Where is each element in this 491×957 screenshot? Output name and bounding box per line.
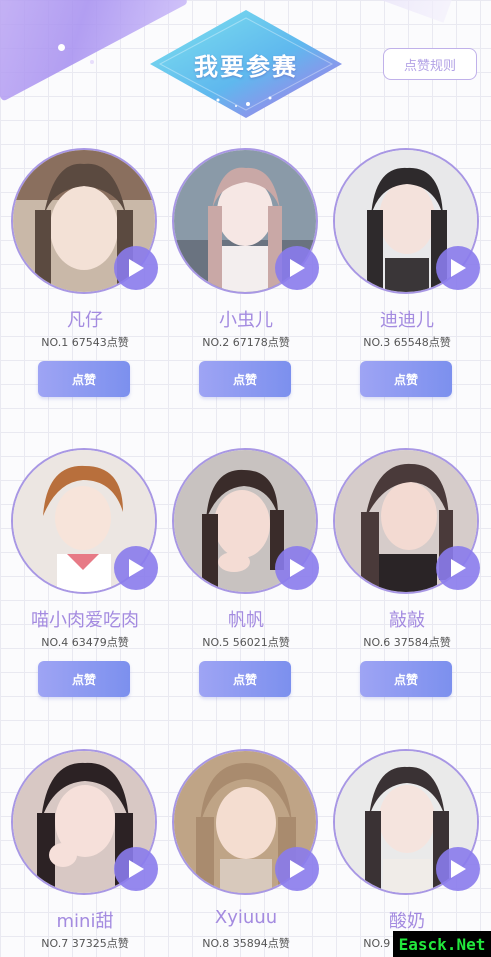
play-video-button[interactable] [114, 847, 158, 891]
play-icon [290, 259, 305, 277]
contestant-stats: NO.8 35894点赞 [202, 937, 290, 950]
watermark: Easck.Net [393, 931, 491, 957]
vote-button[interactable]: 点赞 [360, 361, 452, 397]
contestant-name: 酸奶 [389, 911, 425, 932]
play-icon [290, 559, 305, 577]
vote-button[interactable]: 点赞 [360, 661, 452, 697]
contestant-stats: NO.1 67543点赞 [41, 336, 129, 349]
play-video-button[interactable] [275, 546, 319, 590]
play-video-button[interactable] [114, 246, 158, 290]
contestant-stats: NO.7 37325点赞 [41, 937, 129, 950]
play-icon [129, 559, 144, 577]
contestant-stats: NO.5 56021点赞 [202, 636, 290, 649]
play-icon [451, 259, 466, 277]
play-icon [129, 860, 144, 878]
vote-button[interactable]: 点赞 [38, 661, 130, 697]
play-video-button[interactable] [114, 546, 158, 590]
contestant-stats: NO.3 65548点赞 [363, 336, 451, 349]
play-icon [451, 860, 466, 878]
contestant-name: 喵小肉爱吃肉 [31, 610, 139, 631]
contestant-name: 帆帆 [228, 610, 264, 631]
contestant-name: 敲敲 [389, 610, 425, 631]
play-video-button[interactable] [275, 246, 319, 290]
contestant-stats: NO.2 67178点赞 [202, 336, 290, 349]
play-icon [290, 860, 305, 878]
vote-button[interactable]: 点赞 [38, 361, 130, 397]
contestant-name: 迪迪儿 [380, 310, 434, 331]
contestant-grid: 凡仔 NO.1 67543点赞 点赞 小虫儿 NO.2 67178点赞 点赞 迪… [0, 0, 491, 957]
contestant-name: mini甜 [56, 911, 114, 932]
play-video-button[interactable] [436, 246, 480, 290]
play-video-button[interactable] [436, 546, 480, 590]
play-icon [129, 259, 144, 277]
vote-button[interactable]: 点赞 [199, 661, 291, 697]
vote-button[interactable]: 点赞 [199, 361, 291, 397]
contestant-stats: NO.6 37584点赞 [363, 636, 451, 649]
contestant-stats: NO.4 63479点赞 [41, 636, 129, 649]
contestant-name: Xyiuuu [214, 907, 278, 928]
play-icon [451, 559, 466, 577]
play-video-button[interactable] [436, 847, 480, 891]
contestant-name: 小虫儿 [219, 310, 273, 331]
play-video-button[interactable] [275, 847, 319, 891]
contestant-name: 凡仔 [67, 310, 103, 331]
